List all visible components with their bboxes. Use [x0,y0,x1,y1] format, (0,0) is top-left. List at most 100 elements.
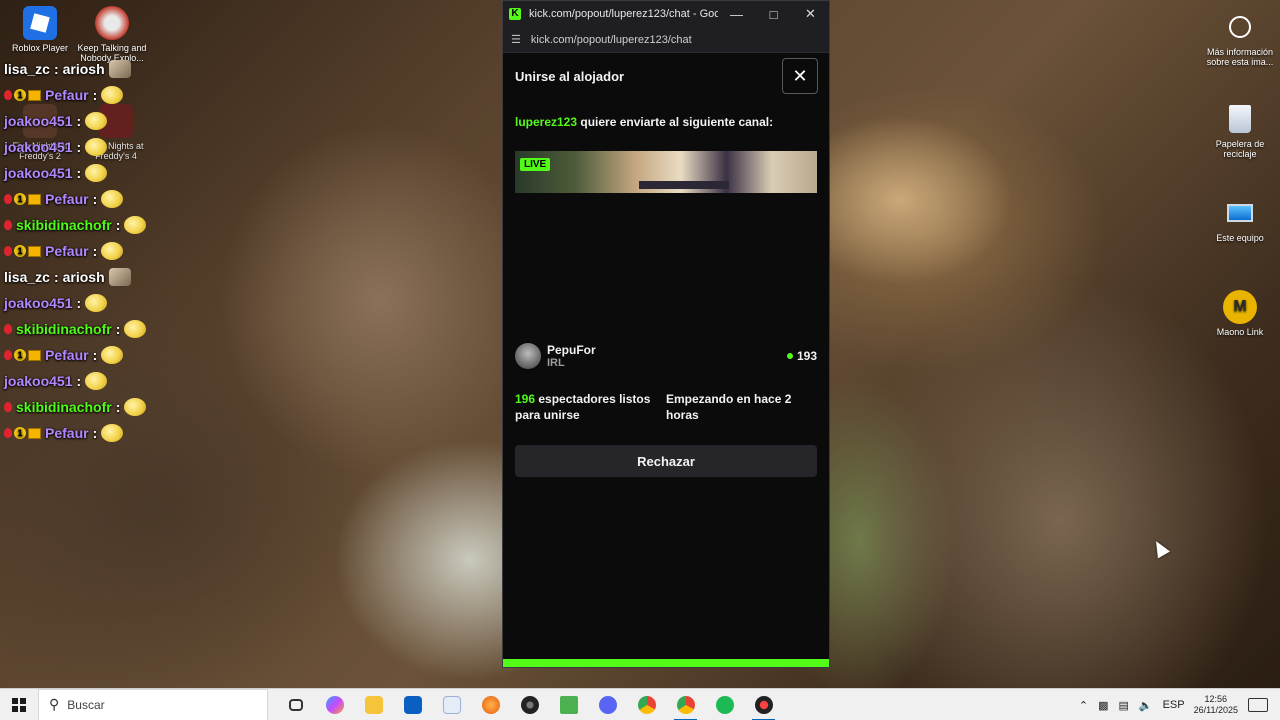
red-badge-icon [4,428,12,438]
chat-username[interactable]: Pefaur [45,87,89,103]
user-badges: 1 [4,349,41,361]
desktop-icon-recycle-bin[interactable]: Papelera de reciclaje [1200,102,1280,159]
blob-emote-icon [101,190,124,208]
minimize-button[interactable]: — [718,1,755,27]
volume-icon[interactable]: 🔈 [1139,699,1153,712]
channel-name[interactable]: PepuFor [547,343,596,357]
chat-message: skibidinachofr: [4,316,204,342]
chat-username[interactable]: joakoo451 [4,139,72,155]
box-badge-icon [28,349,41,361]
chat-message: 1 Pefaur: [4,238,204,264]
channel-info-row: PepuFor IRL 193 [515,343,817,369]
chat-separator: : [115,217,121,233]
taskbar-spotify[interactable] [705,689,744,720]
chat-username[interactable]: skibidinachofr [16,321,112,337]
site-settings-icon[interactable]: ☰ [511,33,521,46]
device-icon[interactable]: ▩ [1098,699,1108,712]
chat-username[interactable]: skibidinachofr [16,217,112,233]
chat-separator: : [92,191,98,207]
red-badge-icon [4,194,12,204]
viewer-count-value: 193 [796,349,817,363]
chat-separator: : [92,243,98,259]
blob-emote-icon [85,112,108,130]
desktop-icon-maono[interactable]: M Maono Link [1200,290,1280,337]
chat-separator: : [53,269,59,285]
chat-username[interactable]: Pefaur [45,243,89,259]
network-icon[interactable]: ▤ [1118,699,1128,712]
taskbar-minecraft[interactable] [549,689,588,720]
taskbar-store[interactable] [393,689,432,720]
spotify-icon [715,695,734,714]
chat-username[interactable]: Pefaur [45,425,89,441]
search-icon: ⚲ [49,696,60,712]
stream-thumbnail[interactable]: LIVE [515,151,817,193]
task-view-icon [288,698,303,711]
chat-username[interactable]: Pefaur [45,347,89,363]
blob-emote-icon [85,164,108,182]
chat-username[interactable]: Pefaur [45,191,89,207]
blob-emote-icon [124,398,147,416]
reject-button[interactable]: Rechazar [515,445,817,477]
taskbar-discord[interactable] [588,689,627,720]
chat-message: joakoo451: [4,290,204,316]
taskbar-search[interactable]: ⚲ Buscar [38,688,268,720]
notification-icon[interactable] [1248,698,1268,712]
ready-text: espectadores listos para unirse [515,392,651,422]
window-titlebar[interactable]: K kick.com/popout/luperez123/chat - Goog… [503,1,829,27]
chat-message: 1 Pefaur: [4,186,204,212]
chat-message: 1 Pefaur: [4,342,204,368]
desktop-icon-keep-talking[interactable]: Keep Talking and Nobody Explo... [72,6,152,63]
chat-overlay: lisa_zc: ariosh 1 Pefaur: joakoo451: joakoo45… [4,56,204,446]
channel-category: IRL [547,357,565,369]
blob-emote-icon [85,372,108,390]
maximize-button[interactable]: □ [755,1,792,27]
close-panel-button[interactable]: ✕ [782,58,818,94]
taskbar-chrome[interactable] [627,689,666,720]
close-window-button[interactable]: ✕ [792,1,829,27]
host-name[interactable]: luperez123 [515,115,577,129]
chat-message: skibidinachofr: [4,394,204,420]
clock[interactable]: 12:56 26/11/2025 [1194,694,1238,716]
taskbar-roblox-studio[interactable] [744,689,783,720]
red-badge-icon [4,220,12,230]
user-badges [4,220,12,230]
start-button[interactable] [0,689,38,720]
chevron-up-icon[interactable]: ⌃ [1079,699,1088,712]
address-bar[interactable]: ☰ kick.com/popout/luperez123/chat [503,27,829,53]
system-tray: ⌃ ▩ ▤ 🔈 ESP 12:56 26/11/2025 [1074,689,1280,720]
chat-username[interactable]: joakoo451 [4,113,72,129]
store-icon [403,695,422,714]
camera-icon [1223,10,1257,44]
chat-username[interactable]: lisa_zc [4,269,50,285]
desktop-icon-roblox[interactable]: Roblox Player [0,6,80,53]
chat-username[interactable]: skibidinachofr [16,399,112,415]
desktop-icon-label: Este equipo [1216,233,1264,243]
panel-title: Unirse al alojador [515,68,625,84]
chat-username[interactable]: joakoo451 [4,165,72,181]
user-badges: 1 [4,89,41,101]
obs-icon [520,695,539,714]
desktop-icon-this-pc[interactable]: Este equipo [1200,196,1280,243]
panel-header: Unirse al alojador ✕ [515,53,818,99]
taskbar-chrome-active[interactable] [666,689,705,720]
minecraft-icon [559,695,578,714]
blob-emote-icon [101,242,124,260]
taskbar-file-explorer[interactable] [354,689,393,720]
chat-username[interactable]: joakoo451 [4,295,72,311]
desktop-icon-info[interactable]: Más información sobre esta ima... [1200,10,1280,67]
chat-message: joakoo451: [4,108,204,134]
task-view-button[interactable] [276,689,315,720]
desktop-icon-label: Papelera de reciclaje [1215,139,1265,159]
chat-username[interactable]: joakoo451 [4,373,72,389]
viewer-count: 193 [786,349,817,363]
avatar[interactable] [515,343,541,369]
taskbar-app-orange[interactable] [471,689,510,720]
language-indicator[interactable]: ESP [1163,699,1185,711]
chat-text: ariosh [62,61,105,77]
taskbar-word[interactable] [432,689,471,720]
taskbar-obs[interactable] [510,689,549,720]
red-badge-icon [4,324,12,334]
taskbar-copilot[interactable] [315,689,354,720]
host-stats: 196 espectadores listos para unirse Empe… [515,391,817,423]
chat-username[interactable]: lisa_zc [4,61,50,77]
